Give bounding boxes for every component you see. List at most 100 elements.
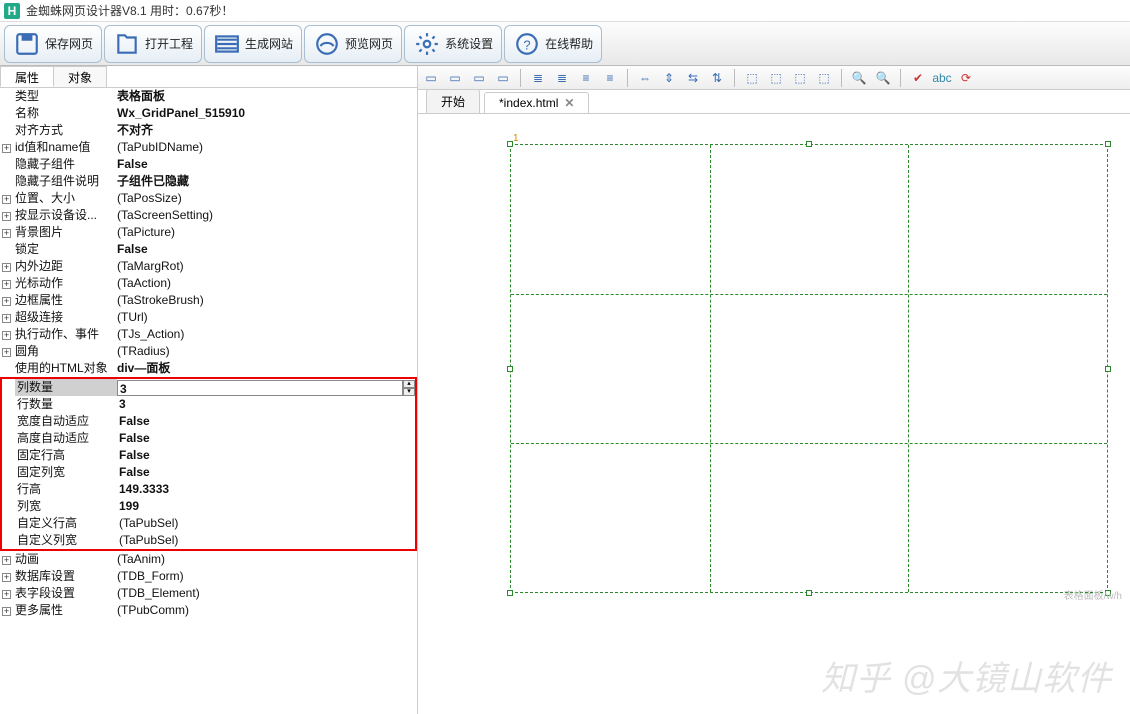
property-row[interactable]: 高度自动适应False xyxy=(2,430,415,447)
property-value[interactable]: 不对齐 xyxy=(115,122,417,139)
tab-index-html[interactable]: *index.html ✕ xyxy=(484,92,589,113)
refresh-icon[interactable]: ⟳ xyxy=(957,69,975,87)
resize-handle[interactable] xyxy=(806,590,812,596)
property-row[interactable]: +背景图片(TaPicture) xyxy=(0,224,417,241)
property-row[interactable]: +动画(TaAnim) xyxy=(0,551,417,568)
property-row[interactable]: +id值和name值(TaPubIDName) xyxy=(0,139,417,156)
property-value[interactable]: False xyxy=(115,241,417,258)
property-row[interactable]: +执行动作、事件(TJs_Action) xyxy=(0,326,417,343)
design-canvas[interactable]: 1 表格面板/w/h xyxy=(418,114,1130,714)
resize-handle[interactable] xyxy=(806,141,812,147)
property-row[interactable]: +更多属性(TPubComm) xyxy=(0,602,417,619)
expand-icon[interactable]: + xyxy=(0,602,13,619)
property-value[interactable]: 子组件已隐藏 xyxy=(115,173,417,190)
property-row[interactable]: 隐藏子组件False xyxy=(0,156,417,173)
property-row[interactable]: 宽度自动适应False xyxy=(2,413,415,430)
order-icon[interactable]: ⬚ xyxy=(815,69,833,87)
property-value[interactable]: 149.3333 xyxy=(117,481,415,498)
property-row[interactable]: +按显示设备设...(TaScreenSetting) xyxy=(0,207,417,224)
tool-icon[interactable]: ▭ xyxy=(422,69,440,87)
preview-page-button[interactable]: 预览网页 xyxy=(304,25,402,63)
tab-objects[interactable]: 对象 xyxy=(53,66,107,87)
expand-icon[interactable]: + xyxy=(0,139,13,156)
property-row[interactable]: 名称Wx_GridPanel_515910 xyxy=(0,105,417,122)
property-row[interactable]: 固定行高False xyxy=(2,447,415,464)
property-row[interactable]: 固定列宽False xyxy=(2,464,415,481)
resize-handle[interactable] xyxy=(507,141,513,147)
property-value[interactable]: False xyxy=(117,413,415,430)
distribute-icon[interactable]: ⇔ xyxy=(636,69,654,87)
property-value[interactable]: (TaStrokeBrush) xyxy=(115,292,417,309)
align-icon[interactable]: ≣ xyxy=(553,69,571,87)
property-row[interactable]: 对齐方式不对齐 xyxy=(0,122,417,139)
property-value[interactable]: False xyxy=(115,156,417,173)
property-value[interactable]: 表格面板 xyxy=(115,88,417,105)
expand-icon[interactable]: + xyxy=(0,585,13,602)
resize-handle[interactable] xyxy=(507,366,513,372)
tab-properties[interactable]: 属性 xyxy=(0,66,54,87)
expand-icon[interactable]: + xyxy=(0,326,13,343)
close-icon[interactable]: ✕ xyxy=(564,96,574,110)
order-icon[interactable]: ⬚ xyxy=(767,69,785,87)
property-value[interactable]: (TaPubIDName) xyxy=(115,139,417,156)
property-row[interactable]: 锁定False xyxy=(0,241,417,258)
property-value[interactable]: div—面板 xyxy=(115,360,417,377)
zoom-icon[interactable]: 🔍 xyxy=(874,69,892,87)
build-site-button[interactable]: 生成网站 xyxy=(204,25,302,63)
property-row[interactable]: +数据库设置(TDB_Form) xyxy=(0,568,417,585)
expand-icon[interactable]: + xyxy=(0,224,13,241)
align-icon[interactable]: ≡ xyxy=(601,69,619,87)
property-value[interactable]: False xyxy=(117,430,415,447)
property-row[interactable]: +内外边距(TaMargRot) xyxy=(0,258,417,275)
property-row[interactable]: +圆角(TRadius) xyxy=(0,343,417,360)
online-help-button[interactable]: ? 在线帮助 xyxy=(504,25,602,63)
expand-icon[interactable]: + xyxy=(0,568,13,585)
property-value[interactable]: (TDB_Element) xyxy=(115,585,417,602)
property-value[interactable]: (TaScreenSetting) xyxy=(115,207,417,224)
expand-icon[interactable]: + xyxy=(0,292,13,309)
zoom-icon[interactable]: 🔍 xyxy=(850,69,868,87)
property-value[interactable]: 3 xyxy=(117,380,403,396)
property-row[interactable]: 行数量3 xyxy=(2,396,415,413)
property-value[interactable]: (TaMargRot) xyxy=(115,258,417,275)
property-row[interactable]: +边框属性(TaStrokeBrush) xyxy=(0,292,417,309)
grid-panel-component[interactable]: 1 xyxy=(510,144,1108,593)
property-row[interactable]: 自定义行高(TaPubSel) xyxy=(2,515,415,532)
distribute-icon[interactable]: ⇅ xyxy=(708,69,726,87)
expand-icon[interactable]: + xyxy=(0,275,13,292)
distribute-icon[interactable]: ⇆ xyxy=(684,69,702,87)
expand-icon[interactable]: + xyxy=(0,258,13,275)
property-value[interactable]: False xyxy=(117,464,415,481)
property-value[interactable]: (TUrl) xyxy=(115,309,417,326)
property-row[interactable]: 使用的HTML对象div—面板 xyxy=(0,360,417,377)
property-value[interactable]: (TaAction) xyxy=(115,275,417,292)
property-value[interactable]: (TRadius) xyxy=(115,343,417,360)
property-row[interactable]: 列宽199 xyxy=(2,498,415,515)
property-value[interactable]: (TDB_Form) xyxy=(115,568,417,585)
property-value[interactable]: (TaPosSize) xyxy=(115,190,417,207)
order-icon[interactable]: ⬚ xyxy=(743,69,761,87)
resize-handle[interactable] xyxy=(507,590,513,596)
tool-icon[interactable]: ▭ xyxy=(446,69,464,87)
align-icon[interactable]: ≣ xyxy=(529,69,547,87)
property-row[interactable]: 自定义列宽(TaPubSel) xyxy=(2,532,415,549)
expand-icon[interactable]: + xyxy=(0,551,13,568)
expand-icon[interactable]: + xyxy=(0,309,13,326)
tool-icon[interactable]: ▭ xyxy=(494,69,512,87)
expand-icon[interactable]: + xyxy=(0,190,13,207)
resize-handle[interactable] xyxy=(1105,141,1111,147)
expand-icon[interactable]: + xyxy=(0,207,13,224)
property-value[interactable]: Wx_GridPanel_515910 xyxy=(115,105,417,122)
distribute-icon[interactable]: ⇕ xyxy=(660,69,678,87)
tool-icon[interactable]: ▭ xyxy=(470,69,488,87)
property-value[interactable]: (TPubComm) xyxy=(115,602,417,619)
property-row[interactable]: +位置、大小(TaPosSize) xyxy=(0,190,417,207)
resize-handle[interactable] xyxy=(1105,366,1111,372)
property-row[interactable]: 类型表格面板 xyxy=(0,88,417,105)
property-value[interactable]: (TJs_Action) xyxy=(115,326,417,343)
property-row[interactable]: +表字段设置(TDB_Element) xyxy=(0,585,417,602)
property-row[interactable]: +光标动作(TaAction) xyxy=(0,275,417,292)
align-icon[interactable]: ≡ xyxy=(577,69,595,87)
order-icon[interactable]: ⬚ xyxy=(791,69,809,87)
system-settings-button[interactable]: 系统设置 xyxy=(404,25,502,63)
